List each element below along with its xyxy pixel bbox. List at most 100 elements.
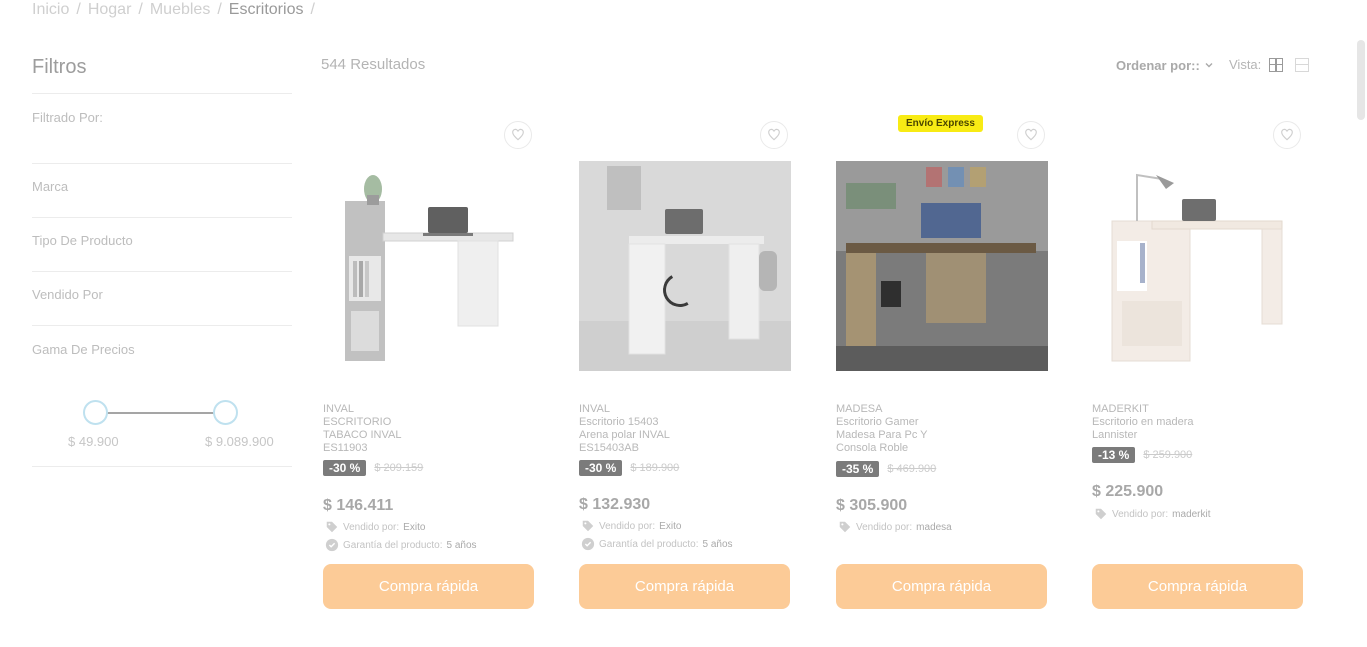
quick-buy-button[interactable]: Compra rápida xyxy=(579,564,790,609)
filter-vendido-por[interactable]: Vendido Por xyxy=(32,287,103,302)
quick-buy-button[interactable]: Compra rápida xyxy=(1092,564,1303,609)
product-name[interactable]: Escritorio en madera Lannister xyxy=(1092,416,1202,442)
old-price: $ 189.900 xyxy=(630,462,680,474)
seller-info: Vendido por: Exito xyxy=(581,519,681,533)
seller-info: Vendido por: madesa xyxy=(838,520,952,534)
sold-by-label: Vendido por: xyxy=(1112,508,1169,520)
seller-info: Vendido por: maderkit xyxy=(1094,507,1211,521)
express-shipping-badge: Envío Express xyxy=(898,115,983,132)
breadcrumb-separator: / xyxy=(310,1,315,18)
warranty-info: Garantía del producto: 5 años xyxy=(581,537,733,551)
quick-buy-button[interactable]: Compra rápida xyxy=(836,564,1047,609)
discount-row: -30 % $ 189.900 xyxy=(579,460,679,476)
product-image[interactable] xyxy=(323,161,535,371)
favorite-button[interactable] xyxy=(504,121,532,149)
warranty-badge-icon xyxy=(581,537,595,551)
breadcrumb-separator: / xyxy=(76,1,81,18)
warranty-value: 5 años xyxy=(446,539,477,551)
favorite-button[interactable] xyxy=(1273,121,1301,149)
chevron-down-icon xyxy=(1204,58,1214,73)
discount-badge: -13 % xyxy=(1092,447,1136,463)
heart-icon xyxy=(512,128,524,141)
product-price: $ 305.900 xyxy=(836,497,908,514)
heart-icon xyxy=(768,128,780,141)
grid-view-icon[interactable] xyxy=(1269,57,1284,72)
sold-by-label: Vendido por: xyxy=(343,521,400,533)
warranty-label: Garantía del producto: xyxy=(599,538,699,550)
product-name[interactable]: Escritorio Gamer Madesa Para Pc Y Consol… xyxy=(836,416,941,455)
scrollbar-thumb[interactable] xyxy=(1357,40,1365,120)
divider xyxy=(32,217,292,218)
product-brand: MADERKIT xyxy=(1092,403,1149,415)
seller-name: madesa xyxy=(916,521,952,533)
product-price: $ 146.411 xyxy=(323,497,394,514)
filter-marca[interactable]: Marca xyxy=(32,179,68,194)
warranty-badge-icon xyxy=(325,538,339,552)
discount-row: -30 % $ 209.159 xyxy=(323,460,423,476)
discount-row: -13 % $ 259.900 xyxy=(1092,447,1192,463)
breadcrumb: Inicio / Hogar / Muebles / Escritorios / xyxy=(32,0,322,20)
sold-by-label: Vendido por: xyxy=(599,520,656,532)
divider xyxy=(32,325,292,326)
heart-icon xyxy=(1281,128,1293,141)
tag-icon xyxy=(839,521,851,533)
breadcrumb-separator: / xyxy=(217,1,222,18)
divider xyxy=(32,466,292,467)
view-switcher: Vista: xyxy=(1229,57,1310,72)
sold-by-label: Vendido por: xyxy=(856,521,913,533)
warranty-value: 5 años xyxy=(702,538,733,550)
seller-info: Vendido por: Exito xyxy=(325,520,425,534)
seller-name: Exito xyxy=(403,521,426,533)
product-brand: INVAL xyxy=(579,403,610,415)
price-slider-max-handle[interactable] xyxy=(213,400,238,425)
product-card: INVAL Escritorio 15403 Arena polar INVAL… xyxy=(579,115,791,615)
discount-row: -35 % $ 469.900 xyxy=(836,461,936,477)
breadcrumb-hogar[interactable]: Hogar xyxy=(88,1,132,19)
filtered-by-label: Filtrado Por: xyxy=(32,110,103,125)
product-image[interactable] xyxy=(836,161,1048,371)
price-min-label: $ 49.900 xyxy=(68,434,119,449)
product-name[interactable]: Escritorio 15403 Arena polar INVAL ES154… xyxy=(579,416,684,455)
divider xyxy=(32,271,292,272)
product-image[interactable] xyxy=(579,161,791,371)
product-price: $ 225.900 xyxy=(1092,483,1164,500)
product-card: INVAL ESCRITORIO TABACO INVAL ES11903 -3… xyxy=(323,115,535,615)
product-brand: MADESA xyxy=(836,403,883,415)
breadcrumb-inicio[interactable]: Inicio xyxy=(32,1,69,19)
seller-name: Exito xyxy=(659,520,682,532)
filter-gama-de-precios[interactable]: Gama De Precios xyxy=(32,342,135,357)
discount-badge: -30 % xyxy=(579,460,623,476)
favorite-button[interactable] xyxy=(760,121,788,149)
product-card: MADERKIT Escritorio en madera Lannister … xyxy=(1092,115,1304,615)
product-image[interactable] xyxy=(1092,161,1304,371)
list-view-icon[interactable] xyxy=(1295,57,1310,72)
tag-icon xyxy=(582,520,594,532)
discount-badge: -35 % xyxy=(836,461,880,477)
product-brand: INVAL xyxy=(323,403,354,415)
seller-name: maderkit xyxy=(1172,508,1211,520)
old-price: $ 259.900 xyxy=(1143,449,1193,461)
sort-dropdown[interactable]: Ordenar por:: xyxy=(1116,58,1214,73)
product-price: $ 132.930 xyxy=(579,496,651,513)
product-name[interactable]: ESCRITORIO TABACO INVAL ES11903 xyxy=(323,416,423,455)
view-label: Vista: xyxy=(1229,57,1262,72)
old-price: $ 209.159 xyxy=(374,462,424,474)
divider xyxy=(32,93,292,94)
breadcrumb-separator: / xyxy=(138,1,143,18)
heart-icon xyxy=(1025,128,1037,141)
quick-buy-button[interactable]: Compra rápida xyxy=(323,564,534,609)
price-slider-track xyxy=(95,412,226,414)
filters-title: Filtros xyxy=(32,56,87,78)
favorite-button[interactable] xyxy=(1017,121,1045,149)
product-card: Envío Express MADESA Escritorio Gamer Ma… xyxy=(836,115,1048,615)
tag-icon xyxy=(1095,508,1107,520)
price-slider-min-handle[interactable] xyxy=(83,400,108,425)
sort-label: Ordenar por:: xyxy=(1116,58,1200,73)
divider xyxy=(32,163,292,164)
results-count: 544 Resultados xyxy=(321,56,426,73)
breadcrumb-escritorios: Escritorios xyxy=(228,1,304,18)
warranty-label: Garantía del producto: xyxy=(343,539,443,551)
filter-tipo-de-producto[interactable]: Tipo De Producto xyxy=(32,233,133,248)
old-price: $ 469.900 xyxy=(887,463,937,475)
breadcrumb-muebles[interactable]: Muebles xyxy=(150,1,210,19)
